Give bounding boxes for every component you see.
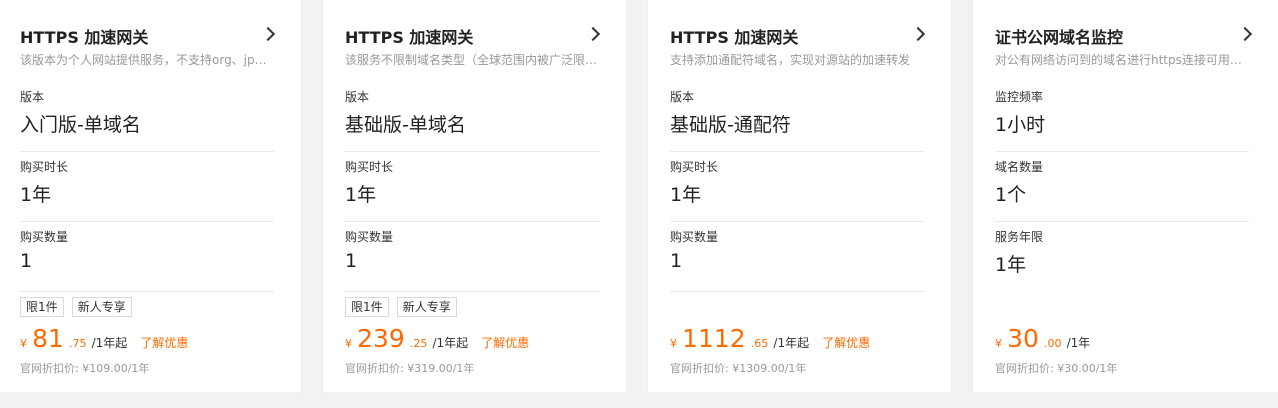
spec-label: 购买时长 <box>345 160 394 174</box>
spec-label: 购买时长 <box>20 160 69 174</box>
spec-value: 1 <box>345 250 358 272</box>
spec-label: 购买时长 <box>670 160 719 174</box>
card-title: HTTPS 加速网关 <box>345 28 474 47</box>
spec-label: 版本 <box>345 90 370 104</box>
divider <box>20 291 274 292</box>
tag-list: 限1件 新人专享 <box>345 296 460 317</box>
price: ¥ 239 .25 /1年起 了解优惠 <box>345 324 529 353</box>
chevron-right-icon[interactable] <box>260 26 276 42</box>
promo-link[interactable]: 了解优惠 <box>822 336 870 350</box>
spec-value: 基础版-通配符 <box>670 114 791 136</box>
price-decimal: .75 <box>69 337 87 350</box>
spec-version: 版本 基础版-单域名 <box>345 82 599 152</box>
card-title: 证书公网域名监控 <box>995 28 1124 47</box>
spec-value: 基础版-单域名 <box>345 114 466 136</box>
spec-duration: 购买时长 1年 <box>20 152 274 222</box>
new-user-tag: 新人专享 <box>71 297 132 317</box>
currency-symbol: ¥ <box>670 337 677 350</box>
spec-label: 监控频率 <box>995 90 1044 104</box>
spec-label: 版本 <box>20 90 45 104</box>
spec-value: 1小时 <box>995 114 1046 136</box>
card-description: 支持添加通配符域名，实现对源站的加速转发 <box>670 53 911 67</box>
price: ¥ 81 .75 /1年起 了解优惠 <box>20 324 188 353</box>
promo-link[interactable]: 了解优惠 <box>140 336 188 350</box>
tag-list: 限1件 新人专享 <box>20 296 135 317</box>
card-header[interactable]: HTTPS 加速网关 支持添加通配符域名，实现对源站的加速转发 <box>670 0 951 82</box>
price-decimal: .00 <box>1044 337 1062 350</box>
price-integer: 81 <box>32 324 64 353</box>
spec-value: 1年 <box>995 254 1027 276</box>
divider <box>345 291 599 292</box>
spec-service-years: 服务年限 1年 <box>995 222 1249 292</box>
spec-version: 版本 基础版-通配符 <box>670 82 924 152</box>
spec-label: 域名数量 <box>995 160 1044 174</box>
card-title: HTTPS 加速网关 <box>20 28 149 47</box>
product-card[interactable]: HTTPS 加速网关 该版本为个人网站提供服务，不支持org、jp等… 版本 入… <box>0 0 301 392</box>
product-card[interactable]: HTTPS 加速网关 该服务不限制域名类型（全球范围内被广泛限… 版本 基础版-… <box>323 0 626 392</box>
card-description: 该版本为个人网站提供服务，不支持org、jp等… <box>20 53 278 67</box>
new-user-tag: 新人专享 <box>396 297 457 317</box>
spec-value: 1个 <box>995 184 1027 206</box>
spec-value: 1年 <box>20 184 52 206</box>
currency-symbol: ¥ <box>995 337 1002 350</box>
card-description: 对公有网络访问到的域名进行https连接可用性… <box>995 53 1253 67</box>
spec-value: 1年 <box>670 184 702 206</box>
card-description: 该服务不限制域名类型（全球范围内被广泛限… <box>345 53 598 67</box>
price-unit: /1年起 <box>91 336 128 350</box>
original-price: 官网折扣价: ¥319.00/1年 <box>345 362 475 375</box>
spec-quantity: 购买数量 1 <box>20 222 274 292</box>
divider <box>670 291 924 292</box>
spec-duration: 购买时长 1年 <box>670 152 924 222</box>
price: ¥ 1112 .65 /1年起 了解优惠 <box>670 324 870 353</box>
chevron-right-icon[interactable] <box>585 26 601 42</box>
limit-tag: 限1件 <box>20 297 64 317</box>
card-header[interactable]: 证书公网域名监控 对公有网络访问到的域名进行https连接可用性… <box>995 0 1278 82</box>
product-card[interactable]: 证书公网域名监控 对公有网络访问到的域名进行https连接可用性… 监控频率 1… <box>973 0 1278 392</box>
price-integer: 30 <box>1007 324 1039 353</box>
promo-link[interactable]: 了解优惠 <box>481 336 529 350</box>
original-price: 官网折扣价: ¥109.00/1年 <box>20 362 150 375</box>
spec-value: 1年 <box>345 184 377 206</box>
spec-quantity: 购买数量 1 <box>345 222 599 292</box>
limit-tag: 限1件 <box>345 297 389 317</box>
original-price: 官网折扣价: ¥1309.00/1年 <box>670 362 807 375</box>
chevron-right-icon[interactable] <box>1237 26 1253 42</box>
price-unit: /1年起 <box>773 336 810 350</box>
chevron-right-icon[interactable] <box>910 26 926 42</box>
spec-value: 1 <box>20 250 33 272</box>
product-card[interactable]: HTTPS 加速网关 支持添加通配符域名，实现对源站的加速转发 版本 基础版-通… <box>648 0 951 392</box>
currency-symbol: ¥ <box>345 337 352 350</box>
card-header[interactable]: HTTPS 加速网关 该版本为个人网站提供服务，不支持org、jp等… <box>20 0 301 82</box>
product-card-row: HTTPS 加速网关 该版本为个人网站提供服务，不支持org、jp等… 版本 入… <box>0 0 1278 408</box>
price-decimal: .25 <box>409 337 428 350</box>
spec-domain-count: 域名数量 1个 <box>995 152 1249 222</box>
original-price: 官网折扣价: ¥30.00/1年 <box>995 362 1118 375</box>
spec-label: 服务年限 <box>995 230 1044 244</box>
price-decimal: .65 <box>750 337 769 350</box>
price-unit: /1年 <box>1066 336 1091 350</box>
spec-label: 购买数量 <box>670 230 719 244</box>
spec-label: 购买数量 <box>345 230 394 244</box>
price: ¥ 30 .00 /1年 <box>995 324 1090 353</box>
card-header[interactable]: HTTPS 加速网关 该服务不限制域名类型（全球范围内被广泛限… <box>345 0 626 82</box>
spec-duration: 购买时长 1年 <box>345 152 599 222</box>
spec-label: 版本 <box>670 90 695 104</box>
spec-value: 1 <box>670 250 683 272</box>
currency-symbol: ¥ <box>20 337 27 350</box>
card-title: HTTPS 加速网关 <box>670 28 799 47</box>
spec-quantity: 购买数量 1 <box>670 222 924 292</box>
spec-value: 入门版-单域名 <box>20 114 141 136</box>
price-integer: 1112 <box>682 324 746 353</box>
spec-label: 购买数量 <box>20 230 69 244</box>
spec-version: 版本 入门版-单域名 <box>20 82 274 152</box>
price-integer: 239 <box>357 324 405 353</box>
spec-frequency: 监控频率 1小时 <box>995 82 1249 152</box>
price-unit: /1年起 <box>432 336 469 350</box>
